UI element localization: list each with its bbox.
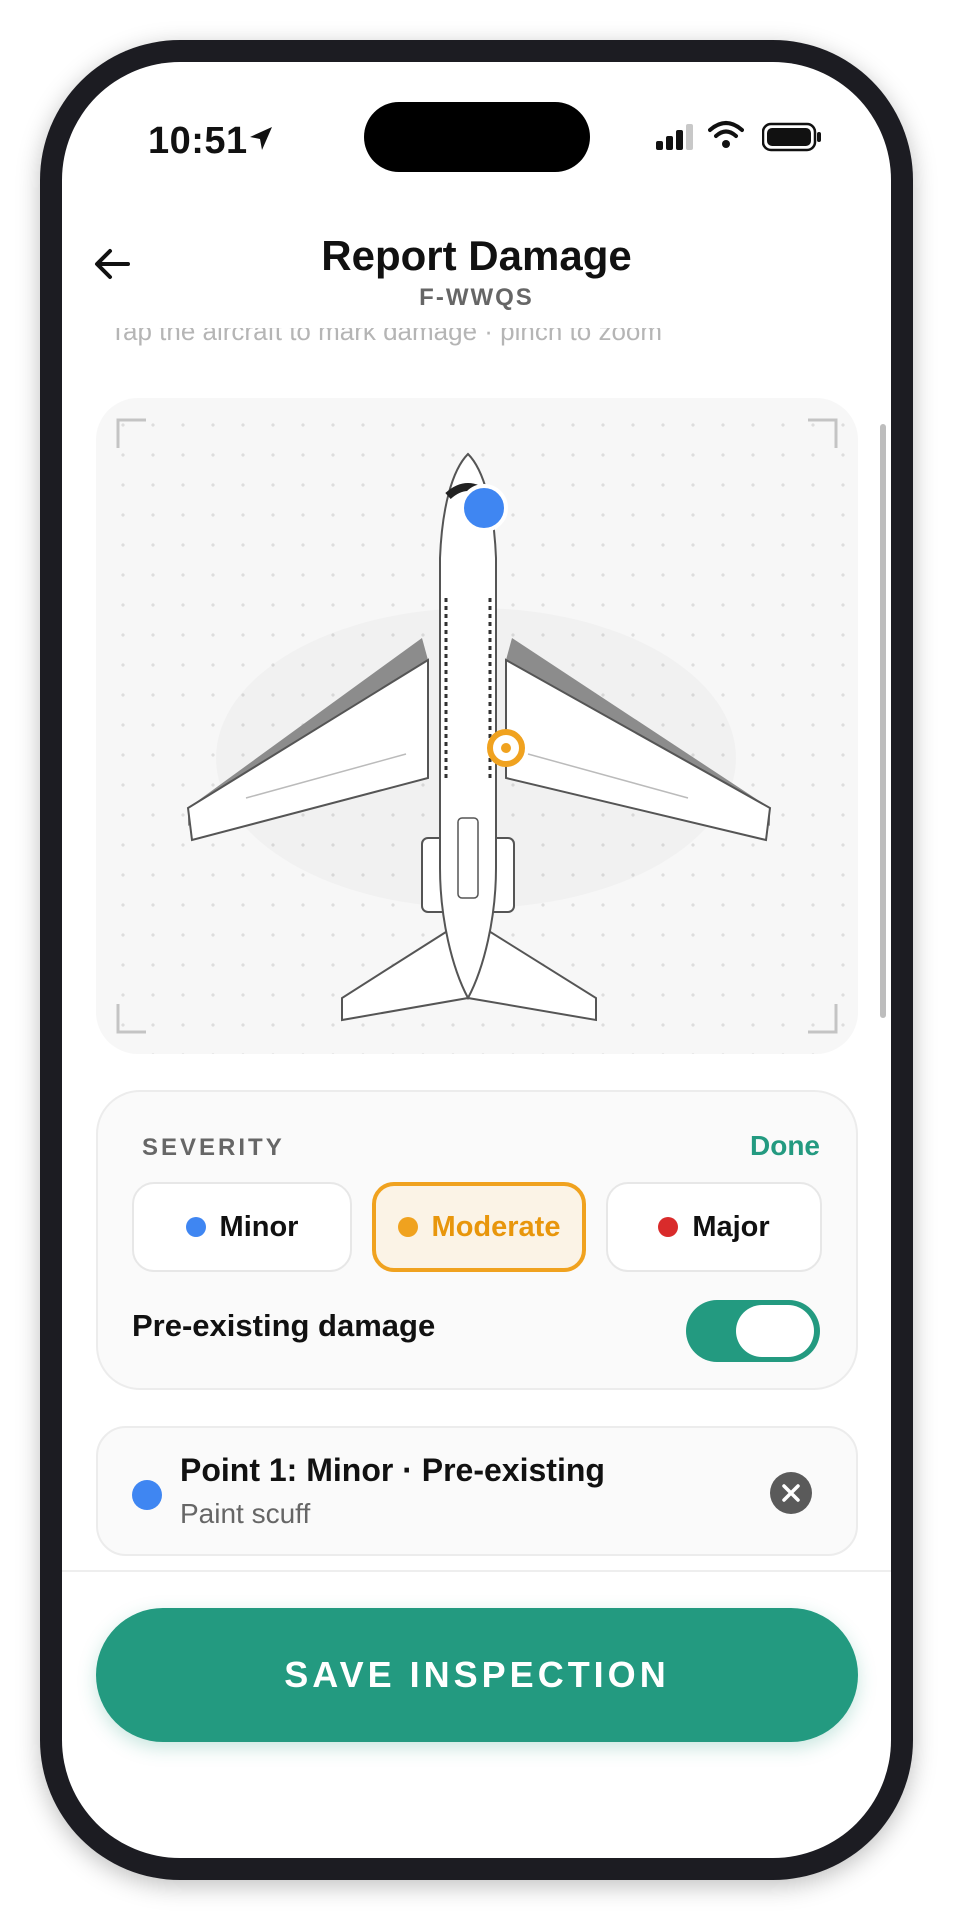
- frame-corner-br: [808, 1004, 838, 1034]
- wifi-icon: [708, 121, 744, 148]
- save-inspection-button[interactable]: SAVE INSPECTION: [96, 1608, 858, 1742]
- severity-panel: SEVERITY Done Minor Moderate Major Pre-e…: [96, 1090, 858, 1390]
- aircraft-top-view[interactable]: [96, 398, 858, 1054]
- battery-icon: [762, 122, 821, 152]
- dynamic-island: [364, 102, 590, 172]
- divider: [62, 1570, 891, 1572]
- done-button[interactable]: Done: [750, 1130, 820, 1162]
- frame-corner-tl: [116, 418, 146, 448]
- severity-label: SEVERITY: [142, 1134, 285, 1161]
- point-severity-dot-icon: [132, 1480, 162, 1510]
- moderate-dot-icon: [397, 1217, 418, 1237]
- aircraft-registration: F-WWQS: [419, 284, 534, 311]
- instruction-hint: Tap the aircraft to mark damage · pinch …: [110, 316, 663, 346]
- severity-option-moderate[interactable]: Moderate: [372, 1182, 586, 1272]
- frame-corner-tr: [808, 418, 838, 448]
- severity-option-major[interactable]: Major: [606, 1182, 822, 1272]
- preexisting-label: Pre-existing damage: [132, 1308, 436, 1343]
- scrollbar[interactable]: [880, 424, 886, 1018]
- damage-point-item[interactable]: Point 1: Minor · Pre-existing Paint scuf…: [96, 1426, 858, 1556]
- aircraft-diagram-canvas[interactable]: [96, 398, 858, 1054]
- fuselage: [439, 452, 497, 1001]
- severity-option-minor[interactable]: Minor: [132, 1182, 352, 1272]
- frame-corner-bl: [116, 1004, 146, 1034]
- severity-option-label: Major: [692, 1210, 770, 1243]
- severity-option-label: Moderate: [431, 1210, 561, 1243]
- point-description: Paint scuff: [180, 1498, 311, 1529]
- damage-marker-minor[interactable]: [460, 484, 508, 532]
- phone-frame: 10:51 Report Damage F-WWQS Tap the aircr…: [40, 40, 913, 1880]
- location-arrow-icon: [250, 127, 272, 150]
- screen: 10:51 Report Damage F-WWQS Tap the aircr…: [62, 62, 891, 1858]
- minor-dot-icon: [185, 1217, 206, 1237]
- severity-option-label: Minor: [219, 1210, 299, 1243]
- major-dot-icon: [658, 1217, 679, 1237]
- cellular-signal-icon: [656, 124, 693, 150]
- status-time: 10:51: [148, 120, 248, 162]
- remove-point-close-icon[interactable]: [770, 1472, 812, 1514]
- toggle-knob: [736, 1305, 814, 1357]
- point-title: Point 1: Minor · Pre-existing: [180, 1452, 605, 1488]
- page-title: Report Damage: [321, 232, 632, 279]
- preexisting-toggle[interactable]: [686, 1300, 820, 1362]
